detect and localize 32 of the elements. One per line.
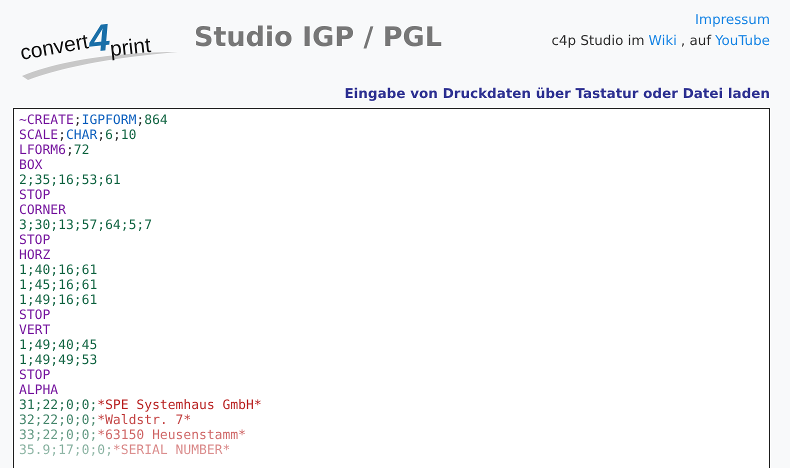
code-line: 35.9;17;0;0;*SERIAL NUMBER* xyxy=(19,443,232,458)
link-caption: , auf xyxy=(680,33,712,49)
code-line: STOP xyxy=(19,308,52,323)
link-caption: c4p Studio im xyxy=(551,33,645,49)
code-line: 1;45;16;61 xyxy=(19,278,98,293)
code-line: LFORM6;72 xyxy=(19,143,90,158)
code-line: VERT xyxy=(19,323,52,338)
code-line: 1;49;16;61 xyxy=(19,293,98,308)
code-line: HORZ xyxy=(19,248,52,263)
link[interactable]: Wiki xyxy=(648,33,677,49)
code-line: CORNER xyxy=(19,203,67,218)
code-line: 1;49;40;45 xyxy=(19,338,98,353)
code-line: SCALE;CHAR;6;10 xyxy=(19,128,138,143)
code-line: ~CREATE;IGPFORM;864 xyxy=(19,113,169,128)
code-line: 1;40;16;61 xyxy=(19,263,98,278)
code-line: 1;49;49;53 xyxy=(19,353,98,368)
code-line: 3;30;13;57;64;5;7 xyxy=(19,218,154,233)
code-line: 33;22;0;0;*63150 Heusenstamm* xyxy=(19,428,247,443)
page-title: Studio IGP / PGL xyxy=(194,22,442,53)
code-line: BOX xyxy=(19,158,44,173)
code-line: STOP xyxy=(19,368,52,383)
code-line: ALPHA xyxy=(19,383,60,398)
code-line: 32;22;0;0;*Waldstr. 7* xyxy=(19,413,192,428)
logo: convert 4 print xyxy=(20,10,180,80)
impressum-link[interactable]: Impressum xyxy=(694,12,770,28)
code-line: 31;22;0;0;*SPE Systemhaus GmbH* xyxy=(19,398,263,413)
code-line: STOP xyxy=(19,188,52,203)
section-heading: Eingabe von Druckdaten über Tastatur oder Datei laden xyxy=(344,86,770,102)
code-line: STOP xyxy=(19,233,52,248)
code-editor[interactable] xyxy=(13,108,770,468)
link[interactable]: YouTube xyxy=(715,33,770,49)
code-line: 2;35;16;53;61 xyxy=(19,173,122,188)
